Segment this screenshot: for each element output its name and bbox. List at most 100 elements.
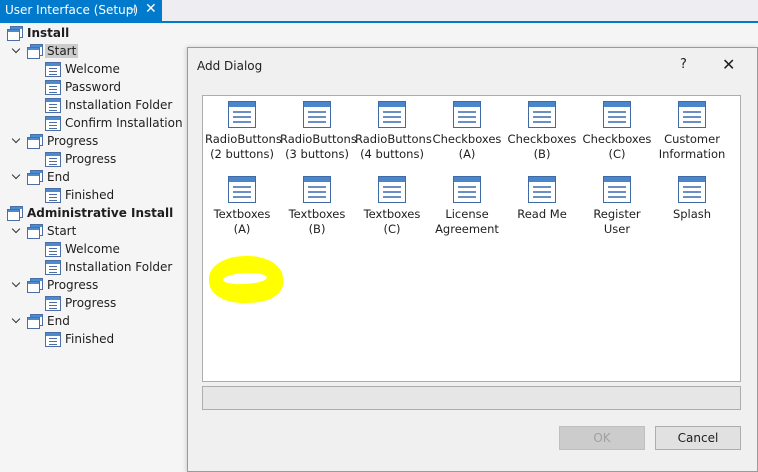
template-caption: Register User xyxy=(580,207,654,237)
dialog-group-icon xyxy=(27,278,44,294)
tree-node[interactable]: End xyxy=(0,313,186,331)
dialog-icon xyxy=(45,296,62,312)
template-tile[interactable]: RadioButtons (3 buttons) xyxy=(280,101,357,162)
template-caption-line2: (C) xyxy=(608,147,626,161)
template-tile[interactable]: Textboxes (B) xyxy=(280,176,354,237)
dialog-template-icon xyxy=(603,101,631,128)
template-tile[interactable]: Register User xyxy=(580,176,654,237)
tree-node[interactable]: Install xyxy=(0,25,186,43)
tree-node-label: Administrative Install xyxy=(27,206,174,220)
tree-node-label: Progress xyxy=(65,296,117,310)
tree-node[interactable]: Start xyxy=(0,223,186,241)
dialog-template-icon xyxy=(453,101,481,128)
chevron-down-icon[interactable] xyxy=(12,46,22,56)
tree-node-label: Finished xyxy=(65,332,115,346)
dialog-icon xyxy=(45,260,62,276)
tree-node-label: Confirm Installation xyxy=(65,116,183,130)
ok-button[interactable]: OK xyxy=(559,426,645,450)
template-tile[interactable]: License Agreement xyxy=(430,176,504,237)
tree-node-label: Installation Folder xyxy=(65,98,173,112)
dialog-group-icon xyxy=(27,44,44,60)
template-caption-line2: (4 buttons) xyxy=(360,147,424,161)
template-caption: License Agreement xyxy=(430,207,504,237)
template-tile[interactable]: Checkboxes (A) xyxy=(430,101,504,162)
tree-node-label: End xyxy=(47,170,70,184)
dialog-icon xyxy=(45,62,62,78)
template-caption-line2: (A) xyxy=(458,147,476,161)
dialog-template-icon xyxy=(303,101,331,128)
template-caption-line2: (A) xyxy=(233,222,251,236)
tree-node[interactable]: Welcome xyxy=(0,241,186,259)
chevron-down-icon[interactable] xyxy=(12,136,22,146)
dialog-template-icon xyxy=(303,176,331,203)
template-caption-line1: RadioButtons xyxy=(355,132,432,146)
dialog-template-icon xyxy=(453,176,481,203)
template-caption-line1: Textboxes xyxy=(363,207,421,221)
template-tile[interactable]: RadioButtons (4 buttons) xyxy=(355,101,432,162)
dialog-icon xyxy=(45,116,62,132)
dialog-template-icon xyxy=(228,101,256,128)
dialog-icon xyxy=(45,80,62,96)
template-caption-line1: Checkboxes xyxy=(582,132,652,146)
chevron-down-icon[interactable] xyxy=(12,316,22,326)
template-caption-line1: Register User xyxy=(593,207,641,236)
close-icon[interactable]: ✕ xyxy=(722,55,735,74)
help-icon[interactable]: ? xyxy=(680,57,687,72)
dialog-template-icon xyxy=(228,176,256,203)
pin-icon[interactable]: ⊣ xyxy=(126,3,136,16)
dialog-icon xyxy=(45,332,62,348)
tree-node[interactable]: Confirm Installation xyxy=(0,115,186,133)
tree-node-label: Install xyxy=(27,26,70,40)
chevron-down-icon[interactable] xyxy=(12,172,22,182)
tree-node[interactable]: Finished xyxy=(0,331,186,349)
tree-node[interactable]: Progress xyxy=(0,151,186,169)
cancel-button[interactable]: Cancel xyxy=(655,426,741,450)
template-caption-line2: (B) xyxy=(533,147,551,161)
template-caption: Textboxes (C) xyxy=(355,207,429,237)
tree-node[interactable]: Progress xyxy=(0,133,186,151)
tree-node-label: Progress xyxy=(47,134,99,148)
tree-node-label: Start xyxy=(47,224,77,238)
template-tile[interactable]: Checkboxes (C) xyxy=(580,101,654,162)
tree-node[interactable]: End xyxy=(0,169,186,187)
template-tile[interactable]: Splash xyxy=(655,176,729,222)
template-tile[interactable]: Checkboxes (B) xyxy=(505,101,579,162)
template-caption-line2: (B) xyxy=(308,222,326,236)
close-tab-icon[interactable]: ✕ xyxy=(145,1,157,17)
tree-node[interactable]: Welcome xyxy=(0,61,186,79)
tab-title: User Interface (Setup) xyxy=(5,3,138,17)
tree-node[interactable]: Administrative Install xyxy=(0,205,186,223)
template-caption: Customer Information xyxy=(655,132,729,162)
template-caption-line2: Information xyxy=(658,147,726,161)
template-tile[interactable]: Customer Information xyxy=(655,101,729,162)
tree-node-label: Welcome xyxy=(65,62,120,76)
tree-node[interactable]: Password xyxy=(0,79,186,97)
template-caption: Checkboxes (C) xyxy=(580,132,654,162)
tab-user-interface-setup[interactable]: User Interface (Setup) ⊣ ✕ xyxy=(0,0,162,21)
template-tile[interactable]: RadioButtons (2 buttons) xyxy=(205,101,282,162)
chevron-down-icon[interactable] xyxy=(12,226,22,236)
tree-node[interactable]: Installation Folder xyxy=(0,97,186,115)
dialog-group-icon xyxy=(27,134,44,150)
template-caption-line1: Splash xyxy=(672,207,712,221)
template-caption: Checkboxes (B) xyxy=(505,132,579,162)
template-tile[interactable]: Read Me xyxy=(505,176,579,222)
chevron-down-icon[interactable] xyxy=(12,280,22,290)
dialog-template-icon xyxy=(528,176,556,203)
template-caption: Splash xyxy=(655,207,729,222)
tree-node[interactable]: Installation Folder xyxy=(0,259,186,277)
template-tile[interactable]: Textboxes (A) xyxy=(205,176,279,237)
dialog-template-icon xyxy=(678,101,706,128)
template-caption: RadioButtons (3 buttons) xyxy=(280,132,357,162)
dialog-template-icon xyxy=(678,176,706,203)
tree-node[interactable]: Progress xyxy=(0,277,186,295)
tree-node[interactable]: Start xyxy=(0,43,186,61)
template-tile[interactable]: Textboxes (C) xyxy=(355,176,429,237)
tree-node[interactable]: Progress xyxy=(0,295,186,313)
template-caption: RadioButtons (4 buttons) xyxy=(355,132,432,162)
template-caption-line1: Customer xyxy=(664,132,720,146)
dialog-icon xyxy=(45,152,62,168)
template-caption-line1: Textboxes xyxy=(213,207,271,221)
dialog-group-icon xyxy=(27,224,44,240)
tree-node[interactable]: Finished xyxy=(0,187,186,205)
